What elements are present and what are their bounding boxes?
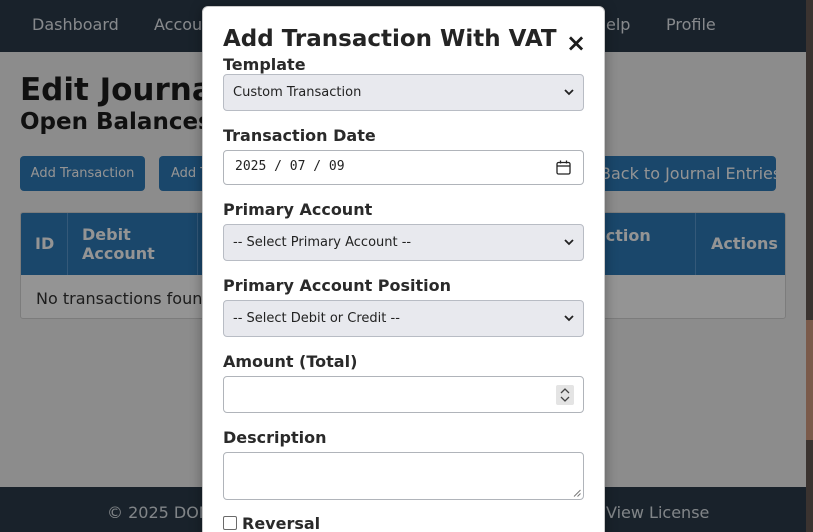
amount-label: Amount (Total) (223, 352, 358, 371)
template-select[interactable]: Custom Transaction (223, 74, 584, 111)
reversal-checkbox[interactable] (223, 516, 237, 530)
primary-account-select-value: -- Select Primary Account -- (233, 235, 412, 250)
chevron-down-icon (564, 315, 574, 322)
primary-account-position-select[interactable]: -- Select Debit or Credit -- (223, 300, 584, 337)
description-label: Description (223, 428, 327, 447)
add-transaction-vat-modal: Add Transaction With VAT × Template Cust… (202, 6, 605, 532)
template-label: Template (223, 55, 306, 74)
transaction-date-value: 2025 / 07 / 09 (235, 159, 345, 174)
spinner-icon[interactable] (556, 385, 574, 405)
modal-title: Add Transaction With VAT (223, 26, 557, 52)
chevron-down-icon (564, 89, 574, 96)
chevron-down-icon (564, 239, 574, 246)
amount-input[interactable] (223, 376, 584, 413)
window-edge-strip (806, 0, 813, 532)
transaction-date-label: Transaction Date (223, 126, 376, 145)
primary-account-label: Primary Account (223, 200, 373, 219)
primary-account-select[interactable]: -- Select Primary Account -- (223, 224, 584, 261)
description-textarea[interactable] (223, 452, 584, 500)
primary-account-position-select-value: -- Select Debit or Credit -- (233, 311, 400, 326)
close-icon[interactable]: × (565, 31, 587, 55)
reversal-label[interactable]: Reversal (242, 514, 320, 532)
resize-grip-icon[interactable] (573, 489, 581, 497)
calendar-icon[interactable] (556, 160, 571, 175)
transaction-date-input[interactable]: 2025 / 07 / 09 (223, 150, 584, 185)
primary-account-position-label: Primary Account Position (223, 276, 452, 295)
background-image-fragment (806, 320, 813, 440)
template-select-value: Custom Transaction (233, 85, 362, 100)
